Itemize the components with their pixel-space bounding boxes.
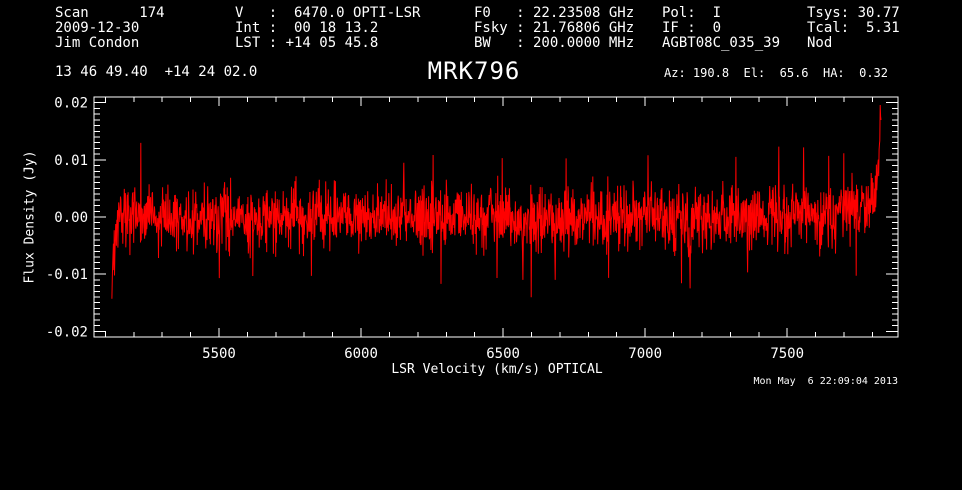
header-project-line: AGBT08C_035_39	[662, 35, 781, 51]
spectrum-trace	[111, 104, 882, 299]
header-observer-line: Jim Condon	[55, 35, 140, 51]
header-procedure-line: Nod	[807, 35, 833, 51]
header-fsky-line: Fsky : 21.76806 GHz	[474, 20, 635, 36]
y-tick-label: 0.02	[54, 96, 88, 112]
x-tick-label: 5500	[202, 346, 236, 362]
x-tick-label: 6000	[344, 346, 378, 362]
header-tsys-line: Tsys: 30.77	[807, 5, 900, 21]
plot-timestamp: Mon May 6 22:09:04 2013	[753, 376, 899, 387]
source-title: MRK796	[427, 57, 521, 85]
source-coordinates: 13 46 49.40 +14 24 02.0	[55, 64, 258, 80]
header-velocity-line: V : 6470.0 OPTI-LSR	[235, 5, 421, 21]
y-tick-label: 0.00	[54, 210, 88, 226]
x-tick-label: 6500	[486, 346, 520, 362]
header-date-line: 2009-12-30	[55, 20, 140, 36]
header-integration-line: Int : 00 18 13.2	[235, 20, 379, 36]
x-axis-title: LSR Velocity (km/s) OPTICAL	[391, 362, 603, 377]
header-pol-line: Pol: I	[662, 5, 722, 21]
y-tick-label: -0.01	[46, 267, 88, 283]
x-tick-label: 7000	[628, 346, 662, 362]
y-tick-label: -0.02	[46, 324, 88, 340]
y-tick-label: 0.01	[54, 153, 88, 169]
header-lst-line: LST : +14 05 45.8	[235, 35, 379, 51]
header-if-line: IF : 0	[662, 20, 722, 36]
y-axis-title: Flux Density (Jy)	[22, 150, 38, 284]
header-f0-line: F0 : 22.23508 GHz	[474, 5, 635, 21]
x-tick-label: 7500	[770, 346, 804, 362]
header-scan-line: Scan 174	[55, 5, 165, 21]
gbtidl-plotter-window: 5500 6000 6500 7000 7500 -0.02 -0.01 0.00 0.01 0.…	[0, 0, 962, 490]
pointing-readout: Az: 190.8 El: 65.6 HA: 0.32	[664, 66, 888, 80]
header-tcal-line: Tcal: 5.31	[807, 20, 900, 36]
header-bw-line: BW : 200.0000 MHz	[474, 35, 635, 51]
